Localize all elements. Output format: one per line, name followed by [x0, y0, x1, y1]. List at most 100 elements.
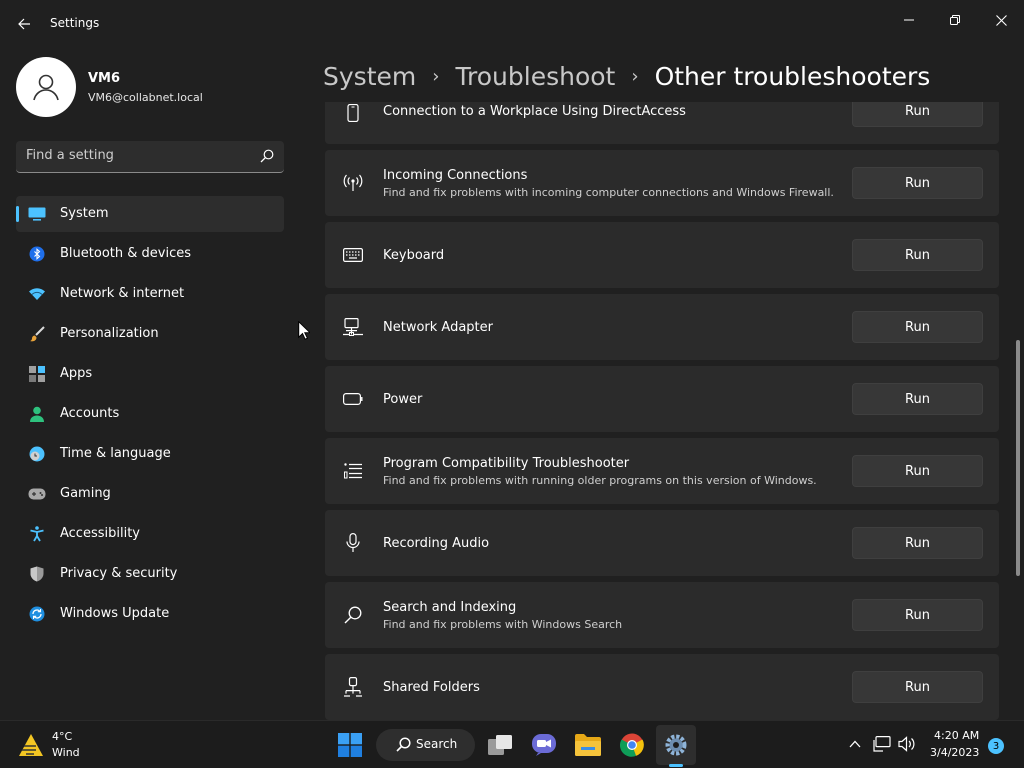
sidebar-item-label: Accounts — [60, 406, 120, 421]
task-view-button[interactable] — [480, 725, 520, 765]
run-button[interactable]: Run — [852, 102, 983, 127]
sidebar-item-label: Accessibility — [60, 526, 140, 541]
start-button[interactable] — [330, 725, 370, 765]
run-button[interactable]: Run — [852, 599, 983, 631]
troubleshooter-title: Search and Indexing — [383, 600, 517, 615]
run-button[interactable]: Run — [852, 167, 983, 199]
page-title: Other troubleshooters — [654, 61, 931, 91]
breadcrumb-system[interactable]: System — [323, 62, 416, 91]
run-button[interactable]: Run — [852, 455, 983, 487]
battery-icon — [343, 389, 363, 409]
close-icon — [995, 14, 1007, 26]
sidebar-item-label: Privacy & security — [60, 566, 178, 581]
clock-time[interactable]: 4:20 AM — [934, 729, 979, 742]
settings-app-button[interactable] — [656, 725, 696, 765]
troubleshooter-title: Shared Folders — [383, 680, 480, 695]
minimize-icon — [904, 19, 914, 21]
breadcrumb-troubleshoot[interactable]: Troubleshoot — [455, 62, 615, 91]
user-email: VM6@collabnet.local — [88, 91, 203, 104]
network-icon — [873, 736, 891, 752]
taskbar: 4°C Wind Search 4:20 AM 3/4/2023 3 — [0, 720, 1024, 768]
sidebar-item-accounts[interactable]: Accounts — [16, 396, 284, 432]
sidebar-item-privacy-security[interactable]: Privacy & security — [16, 556, 284, 592]
troubleshooter-title: Network Adapter — [383, 320, 493, 335]
troubleshooter-row: Program Compatibility Troubleshooter Fin… — [325, 438, 999, 504]
sidebar-item-personalization[interactable]: Personalization — [16, 316, 284, 352]
taskbar-search-label: Search — [416, 737, 458, 751]
network-tray-button[interactable] — [873, 735, 891, 753]
troubleshooter-title: Program Compatibility Troubleshooter — [383, 456, 630, 471]
sidebar-item-gaming[interactable]: Gaming — [16, 476, 284, 512]
mouse-cursor-icon — [298, 321, 310, 340]
chrome-icon — [620, 733, 644, 757]
breadcrumb: System › Troubleshoot › Other troublesho… — [323, 58, 930, 94]
back-button[interactable] — [12, 12, 36, 36]
volume-tray-button[interactable] — [898, 735, 916, 753]
sidebar-item-bluetooth[interactable]: Bluetooth & devices — [16, 236, 284, 272]
notification-badge[interactable]: 3 — [988, 738, 1004, 754]
user-name: VM6 — [88, 71, 121, 86]
accounts-icon — [28, 405, 46, 423]
active-app-indicator — [669, 764, 683, 767]
run-button[interactable]: Run — [852, 383, 983, 415]
file-explorer-button[interactable] — [568, 725, 608, 765]
sidebar-item-label: Personalization — [60, 326, 159, 341]
sidebar-item-network[interactable]: Network & internet — [16, 276, 284, 312]
sidebar-item-apps[interactable]: Apps — [16, 356, 284, 392]
taskbar-search-button[interactable]: Search — [376, 729, 475, 761]
sidebar-item-accessibility[interactable]: Accessibility — [16, 516, 284, 552]
teams-chat-button[interactable] — [524, 725, 564, 765]
minimize-button[interactable] — [886, 4, 932, 36]
sidebar-item-system[interactable]: System — [16, 196, 284, 232]
run-button[interactable]: Run — [852, 311, 983, 343]
folder-icon — [575, 734, 601, 756]
gamepad-icon — [28, 485, 46, 503]
search-icon — [260, 149, 274, 163]
settings-search-box[interactable] — [16, 141, 284, 173]
sidebar-item-windows-update[interactable]: Windows Update — [16, 596, 284, 632]
user-profile[interactable]: VM6 VM6@collabnet.local — [16, 57, 286, 117]
troubleshooter-row: Connection to a Workplace Using DirectAc… — [325, 102, 999, 144]
restore-icon — [950, 15, 960, 25]
troubleshooter-title: Recording Audio — [383, 536, 490, 551]
bluetooth-icon — [28, 245, 46, 263]
troubleshooter-title: Keyboard — [383, 248, 445, 263]
sidebar-item-label: Apps — [60, 366, 93, 381]
teams-chat-icon — [532, 734, 556, 756]
weather-widget[interactable]: 4°C Wind — [18, 729, 118, 761]
close-button[interactable] — [978, 4, 1024, 36]
clock-globe-icon — [28, 445, 46, 463]
troubleshooter-row: Recording Audio Run — [325, 510, 999, 576]
restore-button[interactable] — [932, 4, 978, 36]
scrollbar-thumb[interactable] — [1016, 340, 1020, 576]
antenna-icon — [343, 173, 363, 193]
user-icon — [33, 74, 59, 101]
sidebar-nav: System Bluetooth & devices Network & int… — [16, 196, 284, 636]
chrome-button[interactable] — [612, 725, 652, 765]
settings-search-input[interactable] — [26, 148, 246, 163]
system-display-icon — [28, 205, 46, 223]
app-title: Settings — [50, 16, 100, 30]
clock-date[interactable]: 3/4/2023 — [930, 746, 979, 759]
troubleshooter-row: Search and Indexing Find and fix problem… — [325, 582, 999, 648]
search-icon — [396, 737, 411, 752]
weather-condition: Wind — [52, 746, 80, 759]
gear-icon — [665, 734, 687, 756]
show-hidden-icons-button[interactable] — [846, 735, 864, 753]
run-button[interactable]: Run — [852, 671, 983, 703]
sidebar-item-label: Windows Update — [60, 606, 170, 621]
breadcrumb-chevron-icon: › — [432, 65, 440, 87]
troubleshooter-row: Keyboard Run — [325, 222, 999, 288]
network-adapter-icon — [343, 317, 363, 337]
troubleshooter-row: Power Run — [325, 366, 999, 432]
search-icon — [343, 605, 363, 625]
run-button[interactable]: Run — [852, 527, 983, 559]
brush-icon — [28, 325, 46, 343]
troubleshooter-description: Find and fix problems with incoming comp… — [383, 186, 834, 199]
title-bar: Settings — [0, 0, 1024, 48]
sidebar-item-time-language[interactable]: Time & language — [16, 436, 284, 472]
sidebar-item-label: Gaming — [60, 486, 111, 501]
run-button[interactable]: Run — [852, 239, 983, 271]
accessibility-icon — [28, 525, 46, 543]
windows-logo-icon — [338, 733, 362, 757]
